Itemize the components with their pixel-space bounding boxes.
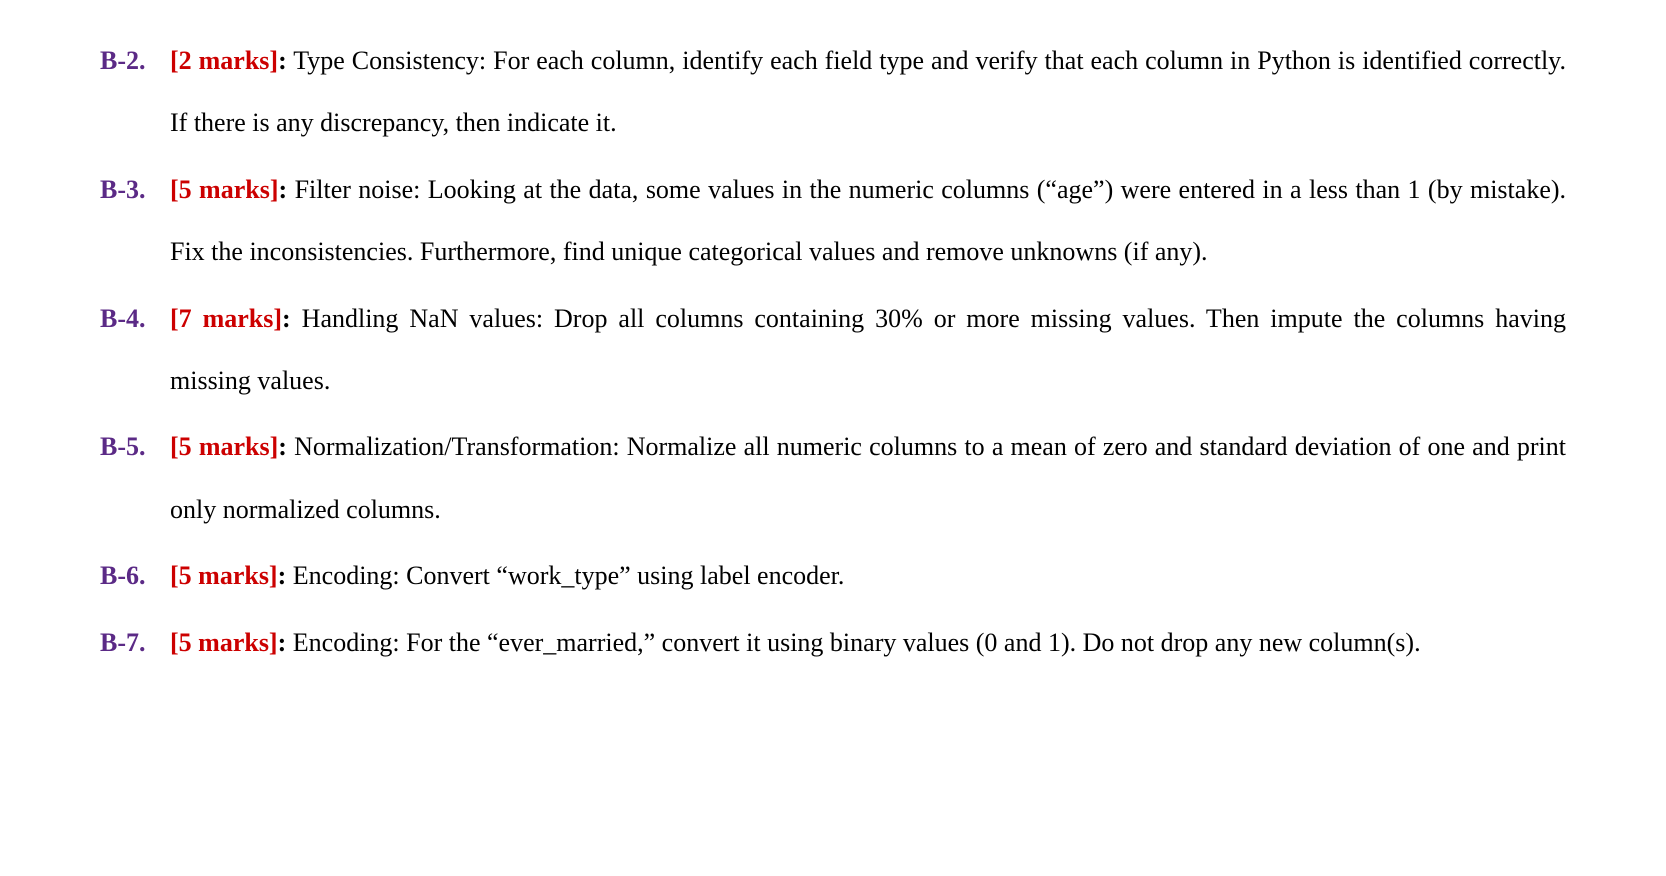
colon: : [282, 304, 291, 333]
question-b4: B-4. [7 marks]: Handling NaN values: Dro… [100, 288, 1566, 413]
colon: : [278, 628, 287, 657]
question-marks: [5 marks] [170, 561, 278, 590]
question-number: B-4. [100, 288, 170, 413]
question-number: B-6. [100, 545, 170, 607]
colon: : [278, 432, 287, 461]
question-b6: B-6. [5 marks]: Encoding: Convert “work_… [100, 545, 1566, 607]
question-body: [2 marks]: Type Consistency: For each co… [170, 30, 1566, 155]
question-number: B-7. [100, 612, 170, 674]
question-number: B-5. [100, 416, 170, 541]
question-b5: B-5. [5 marks]: Normalization/Transforma… [100, 416, 1566, 541]
question-text: Type Consistency: For each column, ident… [170, 46, 1566, 137]
question-text: Encoding: For the “ever_married,” conver… [293, 628, 1421, 657]
question-marks: [5 marks] [170, 432, 278, 461]
colon: : [278, 46, 287, 75]
question-marks: [5 marks] [170, 175, 279, 204]
question-b2: B-2. [2 marks]: Type Consistency: For ea… [100, 30, 1566, 155]
question-marks: [7 marks] [170, 304, 282, 333]
question-body: [5 marks]: Normalization/Transformation:… [170, 416, 1566, 541]
document-page: B-2. [2 marks]: Type Consistency: For ea… [0, 0, 1666, 708]
colon: : [279, 175, 288, 204]
question-body: [5 marks]: Encoding: Convert “work_type”… [170, 545, 1566, 607]
question-body: [7 marks]: Handling NaN values: Drop all… [170, 288, 1566, 413]
question-marks: [5 marks] [170, 628, 278, 657]
question-text: Normalization/Transformation: Normalize … [170, 432, 1566, 523]
colon: : [278, 561, 287, 590]
question-b3: B-3. [5 marks]: Filter noise: Looking at… [100, 159, 1566, 284]
question-number: B-3. [100, 159, 170, 284]
question-body: [5 marks]: Filter noise: Looking at the … [170, 159, 1566, 284]
question-text: Handling NaN values: Drop all columns co… [170, 304, 1566, 395]
question-body: [5 marks]: Encoding: For the “ever_marri… [170, 612, 1566, 674]
question-text: Encoding: Convert “work_type” using labe… [293, 561, 845, 590]
question-marks: [2 marks] [170, 46, 278, 75]
question-text: Filter noise: Looking at the data, some … [170, 175, 1566, 266]
question-number: B-2. [100, 30, 170, 155]
question-b7: B-7. [5 marks]: Encoding: For the “ever_… [100, 612, 1566, 674]
